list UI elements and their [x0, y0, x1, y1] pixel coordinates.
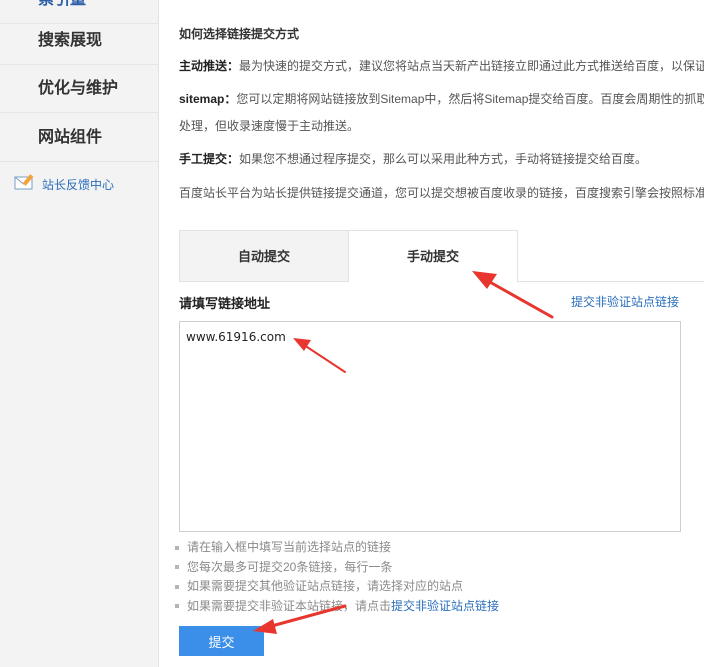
paragraph-manual-text: 如果您不想通过程序提交，那么可以采用此种方式，手动将链接提交给百度。 [239, 152, 648, 166]
sidebar-item-search-display[interactable]: 搜索展现 [0, 17, 158, 65]
bullet-icon [175, 584, 179, 589]
tab-manual-submit[interactable]: 手动提交 [348, 230, 518, 282]
paragraph-sitemap: sitemap：您可以定期将网站链接放到Sitemap中，然后将Sitemap提… [179, 91, 704, 107]
tip-text: 您每次最多可提交20条链接，每行一条 [187, 559, 393, 574]
tip-text: 如果需要提交其他验证站点链接，请选择对应的站点 [187, 579, 464, 593]
bullet-icon [175, 565, 179, 570]
sidebar: 索引量 搜索展现 优化与维护 网站组件 站长反馈中心 [0, 0, 159, 667]
paragraph-sitemap-label: sitemap： [179, 92, 237, 106]
submit-unverified-link[interactable]: 提交非验证站点链接 [571, 293, 679, 310]
tip-item: 请在输入框中填写当前选择站点的链接 [175, 538, 499, 558]
tip-text: 如果需要提交非验证本站链接，请点击 [187, 598, 392, 613]
paragraph-sitemap-text: 您可以定期将网站链接放到Sitemap中，然后将Sitemap提交给百度。百度会… [236, 92, 704, 106]
submit-button[interactable]: 提交 [179, 626, 264, 656]
url-field-label: 请填写链接地址 [179, 296, 271, 311]
paragraph-manual-label: 手工提交： [179, 152, 240, 166]
tab-auto-submit[interactable]: 自动提交 [179, 230, 349, 282]
bullet-icon [175, 604, 179, 609]
paragraph-intro: 百度站长平台为站长提供链接提交通道，您可以提交想被百度收录的链接，百度搜索引擎会… [179, 186, 704, 200]
main-content: 如何选择链接提交方式 主动推送：最为快速的提交方式，建议您将站点当天新产出链接立… [159, 0, 704, 667]
bullet-icon [175, 545, 179, 550]
tips-list: 请在输入框中填写当前选择站点的链接 您每次最多可提交20条链接，每行一条 如果需… [175, 538, 499, 616]
submit-method-tabs: 自动提交 手动提交 [179, 230, 518, 282]
tip-item: 如果需要提交其他验证站点链接，请选择对应的站点 [175, 577, 499, 597]
section-title: 如何选择链接提交方式 [179, 27, 300, 41]
tab-divider [517, 281, 704, 282]
paragraph-manual: 手工提交：如果您不想通过程序提交，那么可以采用此种方式，手动将链接提交给百度。 [179, 151, 647, 167]
sidebar-feedback-link[interactable]: 站长反馈中心 [14, 173, 115, 196]
paragraph-active-push-label: 主动推送： [179, 59, 240, 73]
sidebar-item-optimize[interactable]: 优化与维护 [0, 65, 158, 113]
sidebar-feedback-label: 站长反馈中心 [42, 177, 115, 192]
paragraph-sitemap-cont: 处理，但收录速度慢于主动推送。 [179, 119, 360, 133]
tip-unverified-link[interactable]: 提交非验证站点链接 [391, 597, 499, 617]
tip-item: 您每次最多可提交20条链接，每行一条 [175, 558, 499, 578]
url-textarea[interactable]: www.61916.com [179, 321, 681, 532]
sidebar-item-components[interactable]: 网站组件 [0, 114, 158, 162]
mail-edit-icon [14, 173, 36, 196]
paragraph-active-push: 主动推送：最为快速的提交方式，建议您将站点当天新产出链接立即通过此方式推送给百度… [179, 58, 704, 74]
paragraph-active-push-text: 最为快速的提交方式，建议您将站点当天新产出链接立即通过此方式推送给百度，以保证 [239, 59, 704, 73]
tip-item: 如果需要提交非验证本站链接，请点击 提交非验证站点链接 [175, 597, 499, 617]
tip-text: 请在输入框中填写当前选择站点的链接 [187, 540, 392, 554]
